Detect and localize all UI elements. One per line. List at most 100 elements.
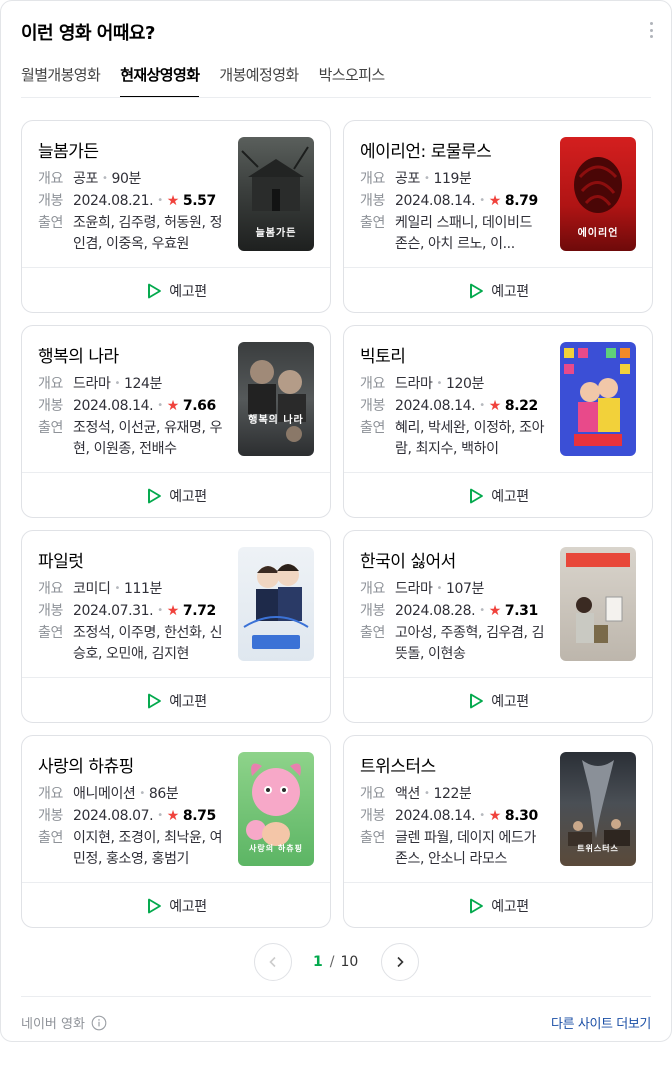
movie-title[interactable]: 트위스터스 <box>360 752 436 777</box>
trailer-button[interactable]: 예고편 <box>344 473 652 518</box>
info-icon[interactable] <box>91 1015 107 1031</box>
poster-title-text: 에이리언 <box>577 228 619 239</box>
movie-card[interactable]: 사랑의 하츄핑 개요 애니메이션 • 86분 개봉 2024.08.07. • ★ 8.75 … <box>21 735 331 928</box>
play-icon <box>470 898 484 913</box>
play-icon <box>148 898 162 913</box>
movie-info: 개요 공포 • 119분 개봉 2024.08.14. • ★ 8.79 출연 케일리 스패니,… <box>360 169 546 255</box>
movie-poster[interactable]: 에이리언 <box>560 137 636 251</box>
movie-card[interactable]: 행복의 나라 개요 드라마 • 124분 개봉 2024.08.14. • ★ 7.66 출연… <box>21 325 331 518</box>
movie-genre: 애니메이션 <box>73 786 136 802</box>
trailer-label: 예고편 <box>169 283 207 300</box>
footer-source: 네이버 영화 <box>21 1013 107 1032</box>
play-icon <box>470 488 484 503</box>
release-date: 2024.08.21. <box>73 193 154 209</box>
movie-title[interactable]: 늘봄가든 <box>38 137 99 162</box>
movie-poster[interactable] <box>560 547 636 661</box>
movie-card[interactable]: 늘봄가든 개요 공포 • 90분 개봉 2024.08.21. • ★ 5.57 출연 조윤희,… <box>21 120 331 313</box>
star-icon: ★ <box>488 808 502 824</box>
movie-poster[interactable]: 행복의 나라 <box>238 342 314 456</box>
trailer-button[interactable]: 예고편 <box>22 678 330 723</box>
movie-card[interactable]: 한국이 싫어서 개요 드라마 • 107분 개봉 2024.08.28. • ★ 7.31 출… <box>343 530 653 723</box>
chevron-right-icon <box>397 956 404 968</box>
movie-poster[interactable] <box>560 342 636 456</box>
cast-label: 출연 <box>360 830 385 846</box>
trailer-button[interactable]: 예고편 <box>22 473 330 518</box>
page-separator: / <box>329 954 335 970</box>
movie-genre: 액션 <box>395 786 420 802</box>
genre-label: 개요 <box>38 581 63 597</box>
movie-poster[interactable]: 트위스터스 <box>560 752 636 866</box>
movie-title[interactable]: 파일럿 <box>38 547 84 572</box>
prev-page-button[interactable] <box>254 943 292 981</box>
rating-score: 7.31 <box>504 603 538 619</box>
cast-label: 출연 <box>360 215 385 231</box>
rating-score: 7.72 <box>182 603 216 619</box>
current-page: 1 <box>313 954 323 970</box>
release-label: 개봉 <box>38 193 63 209</box>
play-icon <box>148 283 162 298</box>
tabs-divider <box>21 97 651 98</box>
movie-card[interactable]: 파일럿 개요 코미디 • 111분 개봉 2024.07.31. • ★ 7.72 출연 조정석… <box>21 530 331 723</box>
release-label: 개봉 <box>38 603 63 619</box>
movie-cast: 조정석, 이주명, 한선화, 신승호, 오민애, 김지현 <box>73 625 223 662</box>
poster-title-text: 사랑의 하츄핑 <box>249 844 303 853</box>
movie-cast: 조정석, 이선균, 유재명, 우현, 이원종, 전배수 <box>73 420 223 457</box>
rating-score: 8.75 <box>182 808 216 824</box>
trailer-label: 예고편 <box>491 693 529 710</box>
release-date: 2024.08.14. <box>395 808 476 824</box>
more-sites-link[interactable]: 다른 사이트 더보기 <box>551 1013 651 1032</box>
rating-score: 7.66 <box>182 398 216 414</box>
chevron-left-icon <box>269 956 276 968</box>
movie-title[interactable]: 사랑의 하츄핑 <box>38 752 134 777</box>
poster-title-text: 행복의 나라 <box>248 415 304 426</box>
poster-title-text: 트위스터스 <box>577 844 619 853</box>
movie-card[interactable]: 빅토리 개요 드라마 • 120분 개봉 2024.08.14. • ★ 8.22 출연 혜리,… <box>343 325 653 518</box>
cast-label: 출연 <box>360 625 385 641</box>
movie-card[interactable]: 에이리언: 로물루스 개요 공포 • 119분 개봉 2024.08.14. • ★ 8.79… <box>343 120 653 313</box>
trailer-label: 예고편 <box>169 488 207 505</box>
more-vertical-icon[interactable] <box>649 22 653 38</box>
movie-info: 개요 드라마 • 120분 개봉 2024.08.14. • ★ 8.22 출연 혜리, 박세완… <box>360 374 546 460</box>
movie-info: 개요 애니메이션 • 86분 개봉 2024.08.07. • ★ 8.75 출연 이지현, 조… <box>38 784 224 870</box>
movie-runtime: 122분 <box>433 786 472 802</box>
trailer-label: 예고편 <box>491 898 529 915</box>
movie-info: 개요 액션 • 122분 개봉 2024.08.14. • ★ 8.30 출연 글렌 파월, 데… <box>360 784 546 870</box>
rating-score: 8.79 <box>504 193 538 209</box>
tab-monthly-release[interactable]: 월별개봉영화 <box>21 61 101 98</box>
tab-box-office[interactable]: 박스오피스 <box>319 61 386 98</box>
trailer-button[interactable]: 예고편 <box>344 268 652 313</box>
star-icon: ★ <box>166 398 180 414</box>
trailer-button[interactable]: 예고편 <box>22 883 330 928</box>
movie-title[interactable]: 에이리언: 로물루스 <box>360 137 492 162</box>
movie-runtime: 124분 <box>123 376 162 392</box>
release-label: 개봉 <box>360 398 385 414</box>
movie-runtime: 107분 <box>445 581 484 597</box>
movie-card[interactable]: 트위스터스 개요 액션 • 122분 개봉 2024.08.14. • ★ 8.30 출연 글렌… <box>343 735 653 928</box>
play-icon <box>470 283 484 298</box>
movie-cast: 조윤희, 김주령, 허동원, 정인겸, 이중옥, 우효원 <box>73 215 223 252</box>
genre-label: 개요 <box>360 376 385 392</box>
trailer-button[interactable]: 예고편 <box>22 268 330 313</box>
movie-poster[interactable]: 사랑의 하츄핑 <box>238 752 314 866</box>
movie-title[interactable]: 한국이 싫어서 <box>360 547 456 572</box>
movie-genre: 드라마 <box>73 376 111 392</box>
release-date: 2024.08.07. <box>73 808 154 824</box>
movie-poster[interactable] <box>238 547 314 661</box>
rating-score: 5.57 <box>182 193 216 209</box>
trailer-button[interactable]: 예고편 <box>344 883 652 928</box>
movie-poster[interactable]: 늘봄가든 <box>238 137 314 251</box>
release-label: 개봉 <box>360 193 385 209</box>
tab-now-showing[interactable]: 현재상영영화 <box>120 61 200 98</box>
next-page-button[interactable] <box>381 943 419 981</box>
movie-runtime: 86분 <box>148 786 179 802</box>
movie-title[interactable]: 행복의 나라 <box>38 342 119 367</box>
movie-info: 개요 드라마 • 124분 개봉 2024.08.14. • ★ 7.66 출연 조정석, 이선… <box>38 374 224 460</box>
genre-label: 개요 <box>360 786 385 802</box>
star-icon: ★ <box>166 193 180 209</box>
category-tabs: 월별개봉영화 현재상영영화 개봉예정영화 박스오피스 <box>21 61 405 98</box>
tab-upcoming[interactable]: 개봉예정영화 <box>219 61 299 98</box>
trailer-button[interactable]: 예고편 <box>344 678 652 723</box>
movie-title[interactable]: 빅토리 <box>360 342 406 367</box>
play-icon <box>148 488 162 503</box>
genre-label: 개요 <box>38 786 63 802</box>
